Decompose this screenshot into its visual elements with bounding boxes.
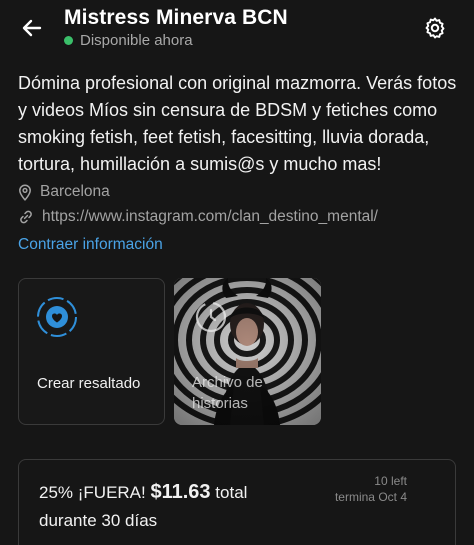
collapse-info-link[interactable]: Contraer información <box>18 236 163 254</box>
gear-icon <box>425 17 445 39</box>
heart-circle-icon <box>37 297 77 337</box>
profile-name: Mistress Minerva BCN <box>64 6 288 29</box>
story-archive-card[interactable]: Archivo de historias <box>174 278 321 425</box>
offer-price: $11.63 <box>150 481 211 503</box>
story-archive-label: Archivo de historias <box>192 374 263 412</box>
profile-bio: Dómina profesional con original mazmorra… <box>18 73 457 174</box>
location-text: Barcelona <box>40 183 110 200</box>
settings-button[interactable] <box>423 16 447 40</box>
offer-remaining: 10 left <box>374 474 407 488</box>
location-pin-icon <box>19 183 31 201</box>
location-row: Barcelona <box>18 183 110 201</box>
offer-description: 25% ¡FUERA! $11.63 total durante 30 días <box>39 478 299 535</box>
offer-price-suffix: total <box>215 483 248 502</box>
online-dot-icon <box>64 36 73 45</box>
arrow-left-icon <box>22 19 42 37</box>
availability-status: Disponible ahora <box>64 32 193 49</box>
subscription-offer-card[interactable]: 25% ¡FUERA! $11.63 total durante 30 días… <box>18 459 456 545</box>
offer-duration: durante 30 días <box>39 511 158 530</box>
create-highlight-card[interactable]: Crear resaltado <box>18 278 165 425</box>
back-button[interactable] <box>18 14 46 42</box>
clock-history-icon <box>195 301 227 333</box>
website-link[interactable]: https://www.instagram.com/clan_destino_m… <box>42 208 378 226</box>
website-row[interactable]: https://www.instagram.com/clan_destino_m… <box>18 208 378 226</box>
create-highlight-label: Crear resaltado <box>37 375 141 392</box>
offer-end-date: termina Oct 4 <box>334 490 407 504</box>
link-icon <box>20 210 32 224</box>
availability-text: Disponible ahora <box>80 32 193 49</box>
top-bar: Mistress Minerva BCN Disponible ahora <box>0 0 474 58</box>
offer-discount: 25% ¡FUERA! <box>39 483 146 502</box>
